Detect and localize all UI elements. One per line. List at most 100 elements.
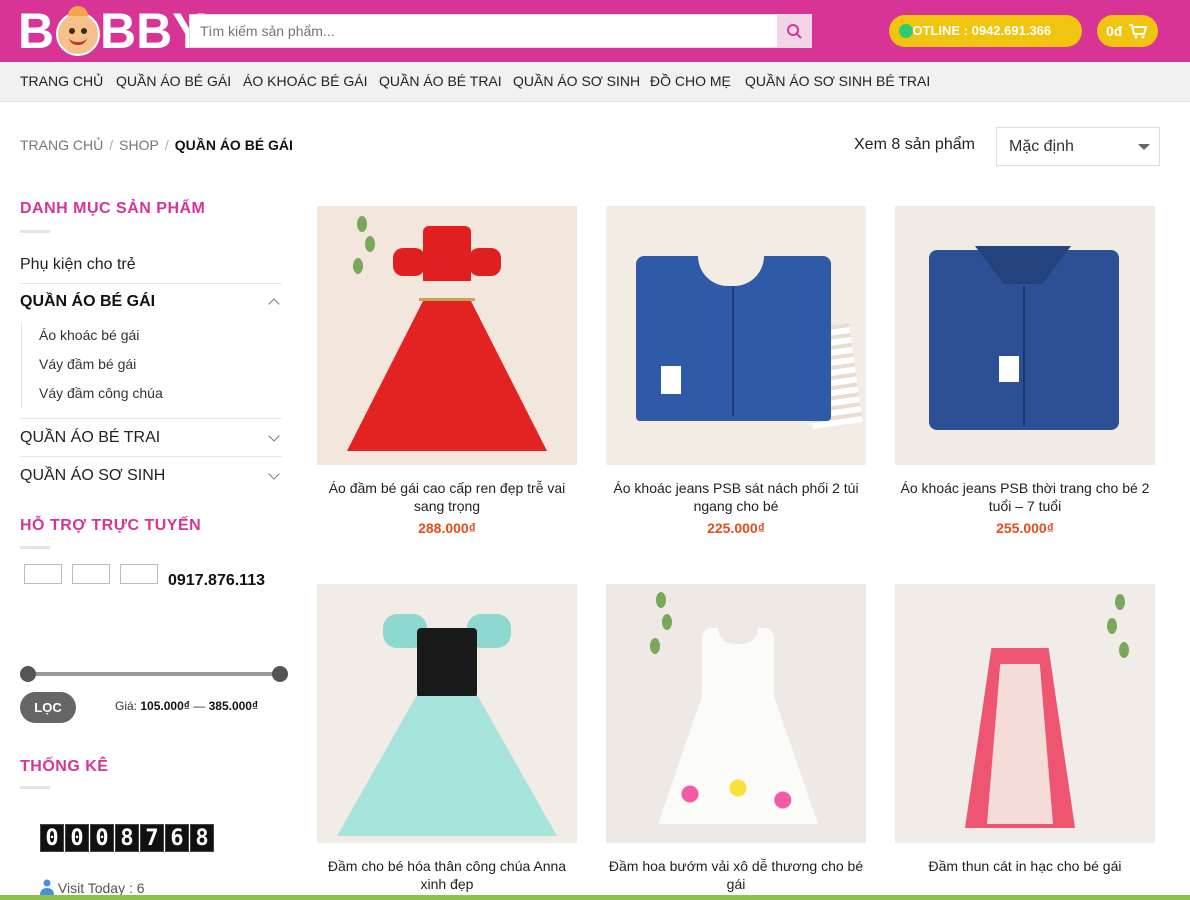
category-title: DANH MỤC SẢN PHẨM bbox=[20, 200, 206, 217]
stats-title: THỐNG KÊ bbox=[20, 758, 109, 775]
category-girls[interactable]: QUẦN ÁO BÉ GÁI bbox=[20, 293, 282, 311]
chevron-down-icon[interactable] bbox=[268, 468, 280, 480]
baby-hair-icon bbox=[68, 6, 88, 16]
subcategory-guide bbox=[21, 322, 22, 408]
support-image[interactable] bbox=[24, 564, 62, 584]
site-header: B BBY HOTLINE : 0942.691.366 0đ bbox=[0, 0, 1190, 62]
product-name[interactable]: Đầm cho bé hóa thân công chúa Anna xinh … bbox=[317, 857, 577, 893]
counter-digit: 6 bbox=[165, 824, 189, 852]
leaf-shape bbox=[1107, 618, 1117, 634]
breadcrumb-current: QUẦN ÁO BÉ GÁI bbox=[174, 137, 293, 153]
nav-item-girls-clothes[interactable]: QUẦN ÁO BÉ GÁI bbox=[116, 73, 231, 89]
product-name[interactable]: Đầm hoa bướm vải xô dễ thương cho bé gái bbox=[606, 857, 866, 893]
result-count: Xem 8 sản phẩm bbox=[854, 136, 975, 153]
product-name[interactable]: Áo đầm bé gái cao cấp ren đẹp trễ vai sa… bbox=[317, 479, 577, 515]
nav-item-newborn[interactable]: QUẦN ÁO SƠ SINH bbox=[513, 73, 640, 89]
product-name[interactable]: Áo khoác jeans PSB thời trang cho bé 2 t… bbox=[895, 479, 1155, 515]
nav-item-mom[interactable]: ĐỒ CHO MẸ bbox=[650, 73, 731, 89]
category-newborn-label: QUẦN ÁO SƠ SINH bbox=[20, 467, 166, 484]
subcategory-girls-dresses[interactable]: Váy đầm bé gái bbox=[39, 356, 136, 372]
leaf-shape bbox=[662, 614, 672, 630]
subcategory-princess-dresses[interactable]: Váy đầm công chúa bbox=[39, 385, 163, 401]
price-dash: — bbox=[193, 699, 206, 713]
product-name[interactable]: Đầm thun cát in hạc cho bé gái bbox=[895, 857, 1155, 875]
baby-face-icon bbox=[56, 12, 100, 56]
phone-icon bbox=[899, 24, 913, 38]
vest-placket-shape bbox=[732, 286, 734, 416]
slider-handle-min[interactable] bbox=[20, 666, 36, 682]
product-name[interactable]: Áo khoác jeans PSB sát nách phối 2 túi n… bbox=[606, 479, 866, 515]
counter-digit: 8 bbox=[115, 824, 139, 852]
visit-today: Visit Today : 6 bbox=[40, 879, 145, 896]
sort-value: Mặc định bbox=[1009, 138, 1074, 155]
support-phone: 0917.876.113 bbox=[168, 572, 265, 589]
footer-strip bbox=[0, 895, 1190, 900]
price-slider bbox=[20, 666, 288, 682]
floral-print-shape bbox=[658, 764, 818, 824]
slider-track[interactable] bbox=[26, 672, 280, 676]
nav-item-boys-clothes[interactable]: QUẦN ÁO BÉ TRAI bbox=[379, 73, 502, 89]
support-image[interactable] bbox=[72, 564, 110, 584]
support-image[interactable] bbox=[120, 564, 158, 584]
breadcrumb-separator: / bbox=[109, 137, 114, 153]
subcategory-girls-jackets[interactable]: Áo khoác bé gái bbox=[39, 327, 139, 343]
breadcrumb-separator: / bbox=[164, 137, 169, 153]
product-image-red-lace-dress[interactable] bbox=[317, 206, 577, 465]
product-image-denim-vest-2[interactable] bbox=[895, 206, 1155, 465]
chevron-up-icon[interactable] bbox=[268, 298, 280, 310]
vest-placket-shape bbox=[1023, 286, 1025, 426]
product-price: 225.000₫ bbox=[707, 520, 765, 536]
counter-digit: 8 bbox=[190, 824, 214, 852]
title-divider bbox=[20, 230, 50, 233]
category-divider bbox=[20, 418, 282, 419]
logo-letter-b: B bbox=[18, 3, 55, 59]
breadcrumb: TRANG CHỦ / SHOP / QUẦN ÁO BÉ GÁI bbox=[20, 137, 293, 153]
product-image-butterfly-dress[interactable] bbox=[606, 584, 866, 843]
dress-skirt-shape bbox=[347, 301, 547, 451]
leaf-shape bbox=[1119, 642, 1129, 658]
leaf-shape bbox=[1115, 594, 1125, 610]
main-nav: TRANG CHỦ QUẦN ÁO BÉ GÁI ÁO KHOÁC BÉ GÁI… bbox=[0, 62, 1190, 102]
visit-today-label: Visit Today : 6 bbox=[57, 880, 145, 896]
leaf-shape bbox=[656, 592, 666, 608]
product-image-denim-vest[interactable] bbox=[606, 206, 866, 465]
price-max: 385.000₫ bbox=[208, 699, 259, 713]
nav-item-home[interactable]: TRANG CHỦ bbox=[20, 73, 103, 89]
search-input[interactable] bbox=[190, 15, 775, 47]
hotline-button[interactable]: HOTLINE : 0942.691.366 bbox=[889, 15, 1082, 47]
visit-counter: 0 0 0 8 7 6 8 bbox=[40, 824, 214, 852]
cart-button[interactable]: 0đ bbox=[1097, 15, 1158, 47]
slider-handle-max[interactable] bbox=[272, 666, 288, 682]
nav-item-girls-jackets[interactable]: ÁO KHOÁC BÉ GÁI bbox=[243, 73, 367, 89]
dress-bodice-shape bbox=[417, 628, 477, 698]
hotline-label: HOTLINE : 0942.691.366 bbox=[903, 23, 1052, 38]
dress-sleeve-shape bbox=[393, 248, 425, 276]
nav-item-newborn-boys[interactable]: QUẦN ÁO SƠ SINH BÉ TRAI bbox=[745, 73, 930, 89]
category-boys-label: QUẦN ÁO BÉ TRAI bbox=[20, 429, 161, 446]
search-button[interactable] bbox=[777, 15, 811, 47]
site-logo[interactable]: B BBY bbox=[18, 3, 206, 59]
category-newborn[interactable]: QUẦN ÁO SƠ SINH bbox=[20, 467, 282, 485]
dress-belt-shape bbox=[419, 298, 475, 301]
counter-digit: 0 bbox=[90, 824, 114, 852]
product-price: 255.000₫ bbox=[996, 520, 1054, 536]
category-girls-label: QUẦN ÁO BÉ GÁI bbox=[20, 293, 156, 310]
chevron-down-icon[interactable] bbox=[268, 430, 280, 442]
sort-select[interactable]: Mặc định bbox=[996, 127, 1160, 166]
breadcrumb-home[interactable]: TRANG CHỦ bbox=[20, 137, 103, 153]
category-divider bbox=[20, 456, 282, 457]
vest-tag-shape bbox=[661, 366, 681, 394]
category-boys[interactable]: QUẦN ÁO BÉ TRAI bbox=[20, 429, 282, 447]
category-accessories[interactable]: Phụ kiện cho trẻ bbox=[20, 256, 282, 274]
product-image-crane-print-dress[interactable] bbox=[895, 584, 1155, 843]
search-icon bbox=[787, 24, 802, 39]
dress-bodice-shape bbox=[423, 226, 471, 281]
cart-icon bbox=[1129, 24, 1148, 39]
breadcrumb-shop[interactable]: SHOP bbox=[119, 137, 159, 153]
leaf-shape bbox=[353, 258, 363, 274]
product-image-anna-dress[interactable] bbox=[317, 584, 577, 843]
leaf-shape bbox=[650, 638, 660, 654]
dropdown-arrow-icon bbox=[1138, 144, 1150, 150]
category-divider bbox=[20, 283, 282, 284]
filter-button[interactable]: LỌC bbox=[20, 692, 76, 723]
